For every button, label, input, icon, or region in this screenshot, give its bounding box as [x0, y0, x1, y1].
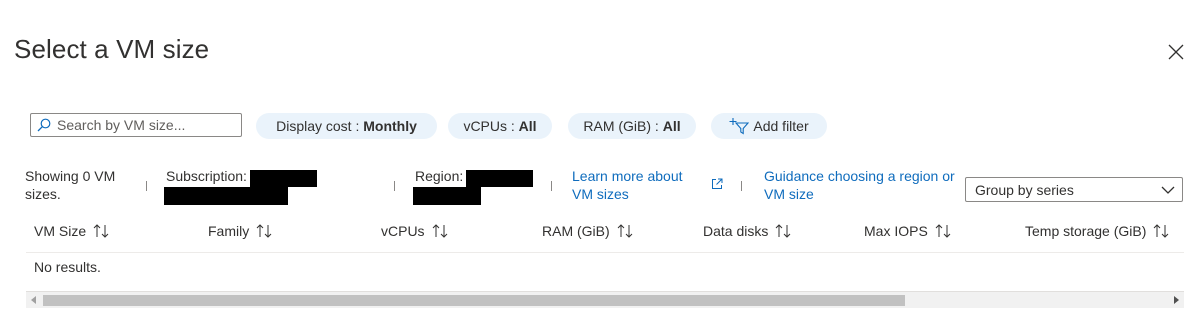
column-header-vm-size[interactable]: VM Size	[34, 223, 109, 239]
redacted-region-line2	[413, 187, 481, 205]
scroll-right-arrow-icon[interactable]	[1172, 296, 1180, 304]
vcpus-filter-value: All	[518, 118, 537, 134]
column-header-family[interactable]: Family	[208, 223, 272, 239]
scroll-left-arrow-icon[interactable]	[30, 296, 38, 304]
redacted-subscription	[250, 170, 317, 187]
redacted-subscription-line2	[164, 187, 288, 205]
column-label: VM Size	[34, 223, 87, 239]
close-icon	[1168, 44, 1184, 60]
sort-icon[interactable]	[775, 224, 791, 238]
column-header-data-disks[interactable]: Data disks	[703, 223, 791, 239]
close-button[interactable]	[1164, 40, 1188, 64]
results-count-line1: Showing 0 VM	[25, 168, 116, 184]
sort-icon[interactable]	[432, 224, 448, 238]
column-label: Family	[208, 223, 250, 239]
ram-filter-pill[interactable]: RAM (GiB) : All	[568, 113, 696, 139]
guidance-link[interactable]: Guidance choosing a region or VM size	[764, 167, 955, 203]
empty-results-text: No results.	[34, 259, 101, 275]
display-cost-label: Display cost :	[276, 118, 360, 134]
column-header-max-iops[interactable]: Max IOPS	[864, 223, 951, 239]
column-header-temp-storage[interactable]: Temp storage (GiB)	[1025, 223, 1169, 239]
table-header: VM Size Family vCPUs RAM (GiB) Data disk…	[0, 223, 1200, 243]
guidance-line1: Guidance choosing a region or	[764, 168, 955, 184]
divider	[394, 181, 395, 191]
scrollbar-thumb[interactable]	[43, 295, 905, 306]
column-header-ram[interactable]: RAM (GiB)	[542, 223, 633, 239]
sort-icon[interactable]	[935, 224, 951, 238]
dialog-title: Select a VM size	[14, 34, 210, 64]
search-box[interactable]	[30, 113, 242, 137]
add-filter-button[interactable]: Add filter	[711, 113, 827, 139]
learn-more-line2: VM sizes	[572, 186, 629, 202]
add-filter-label: Add filter	[753, 118, 809, 134]
column-label: Data disks	[703, 223, 769, 239]
search-icon	[37, 118, 51, 132]
results-count-line2: sizes.	[25, 186, 61, 202]
learn-more-link[interactable]: Learn more about VM sizes	[572, 167, 683, 203]
region-label: Region:	[415, 168, 464, 184]
column-header-vcpus[interactable]: vCPUs	[381, 223, 448, 239]
group-by-dropdown[interactable]: Group by series	[965, 177, 1183, 202]
search-input[interactable]	[51, 117, 237, 133]
horizontal-scrollbar[interactable]	[26, 291, 1184, 308]
divider	[741, 181, 742, 191]
column-label: vCPUs	[381, 223, 425, 239]
divider	[551, 181, 552, 191]
external-link-icon[interactable]	[711, 178, 723, 190]
group-by-value: Group by series	[975, 181, 1074, 198]
sort-icon[interactable]	[256, 224, 272, 238]
display-cost-value: Monthly	[363, 118, 417, 134]
learn-more-line1: Learn more about	[572, 168, 683, 184]
ram-filter-value: All	[662, 118, 681, 134]
column-label: Temp storage (GiB)	[1025, 223, 1147, 239]
sort-icon[interactable]	[617, 224, 633, 238]
header-divider	[26, 252, 1184, 253]
column-label: Max IOPS	[864, 223, 928, 239]
vcpus-filter-label: vCPUs :	[463, 118, 515, 134]
chevron-down-icon	[1161, 186, 1175, 194]
column-label: RAM (GiB)	[542, 223, 610, 239]
results-count: Showing 0 VM sizes.	[25, 167, 115, 203]
add-filter-icon	[729, 118, 750, 135]
redacted-region	[466, 170, 533, 187]
sort-icon[interactable]	[1153, 224, 1169, 238]
subscription-label: Subscription:	[166, 168, 247, 184]
sort-icon[interactable]	[93, 224, 109, 238]
display-cost-pill[interactable]: Display cost : Monthly	[256, 113, 437, 139]
guidance-line2: VM size	[764, 186, 814, 202]
vcpus-filter-pill[interactable]: vCPUs : All	[448, 113, 552, 139]
ram-filter-label: RAM (GiB) :	[583, 118, 659, 134]
divider	[146, 181, 147, 191]
